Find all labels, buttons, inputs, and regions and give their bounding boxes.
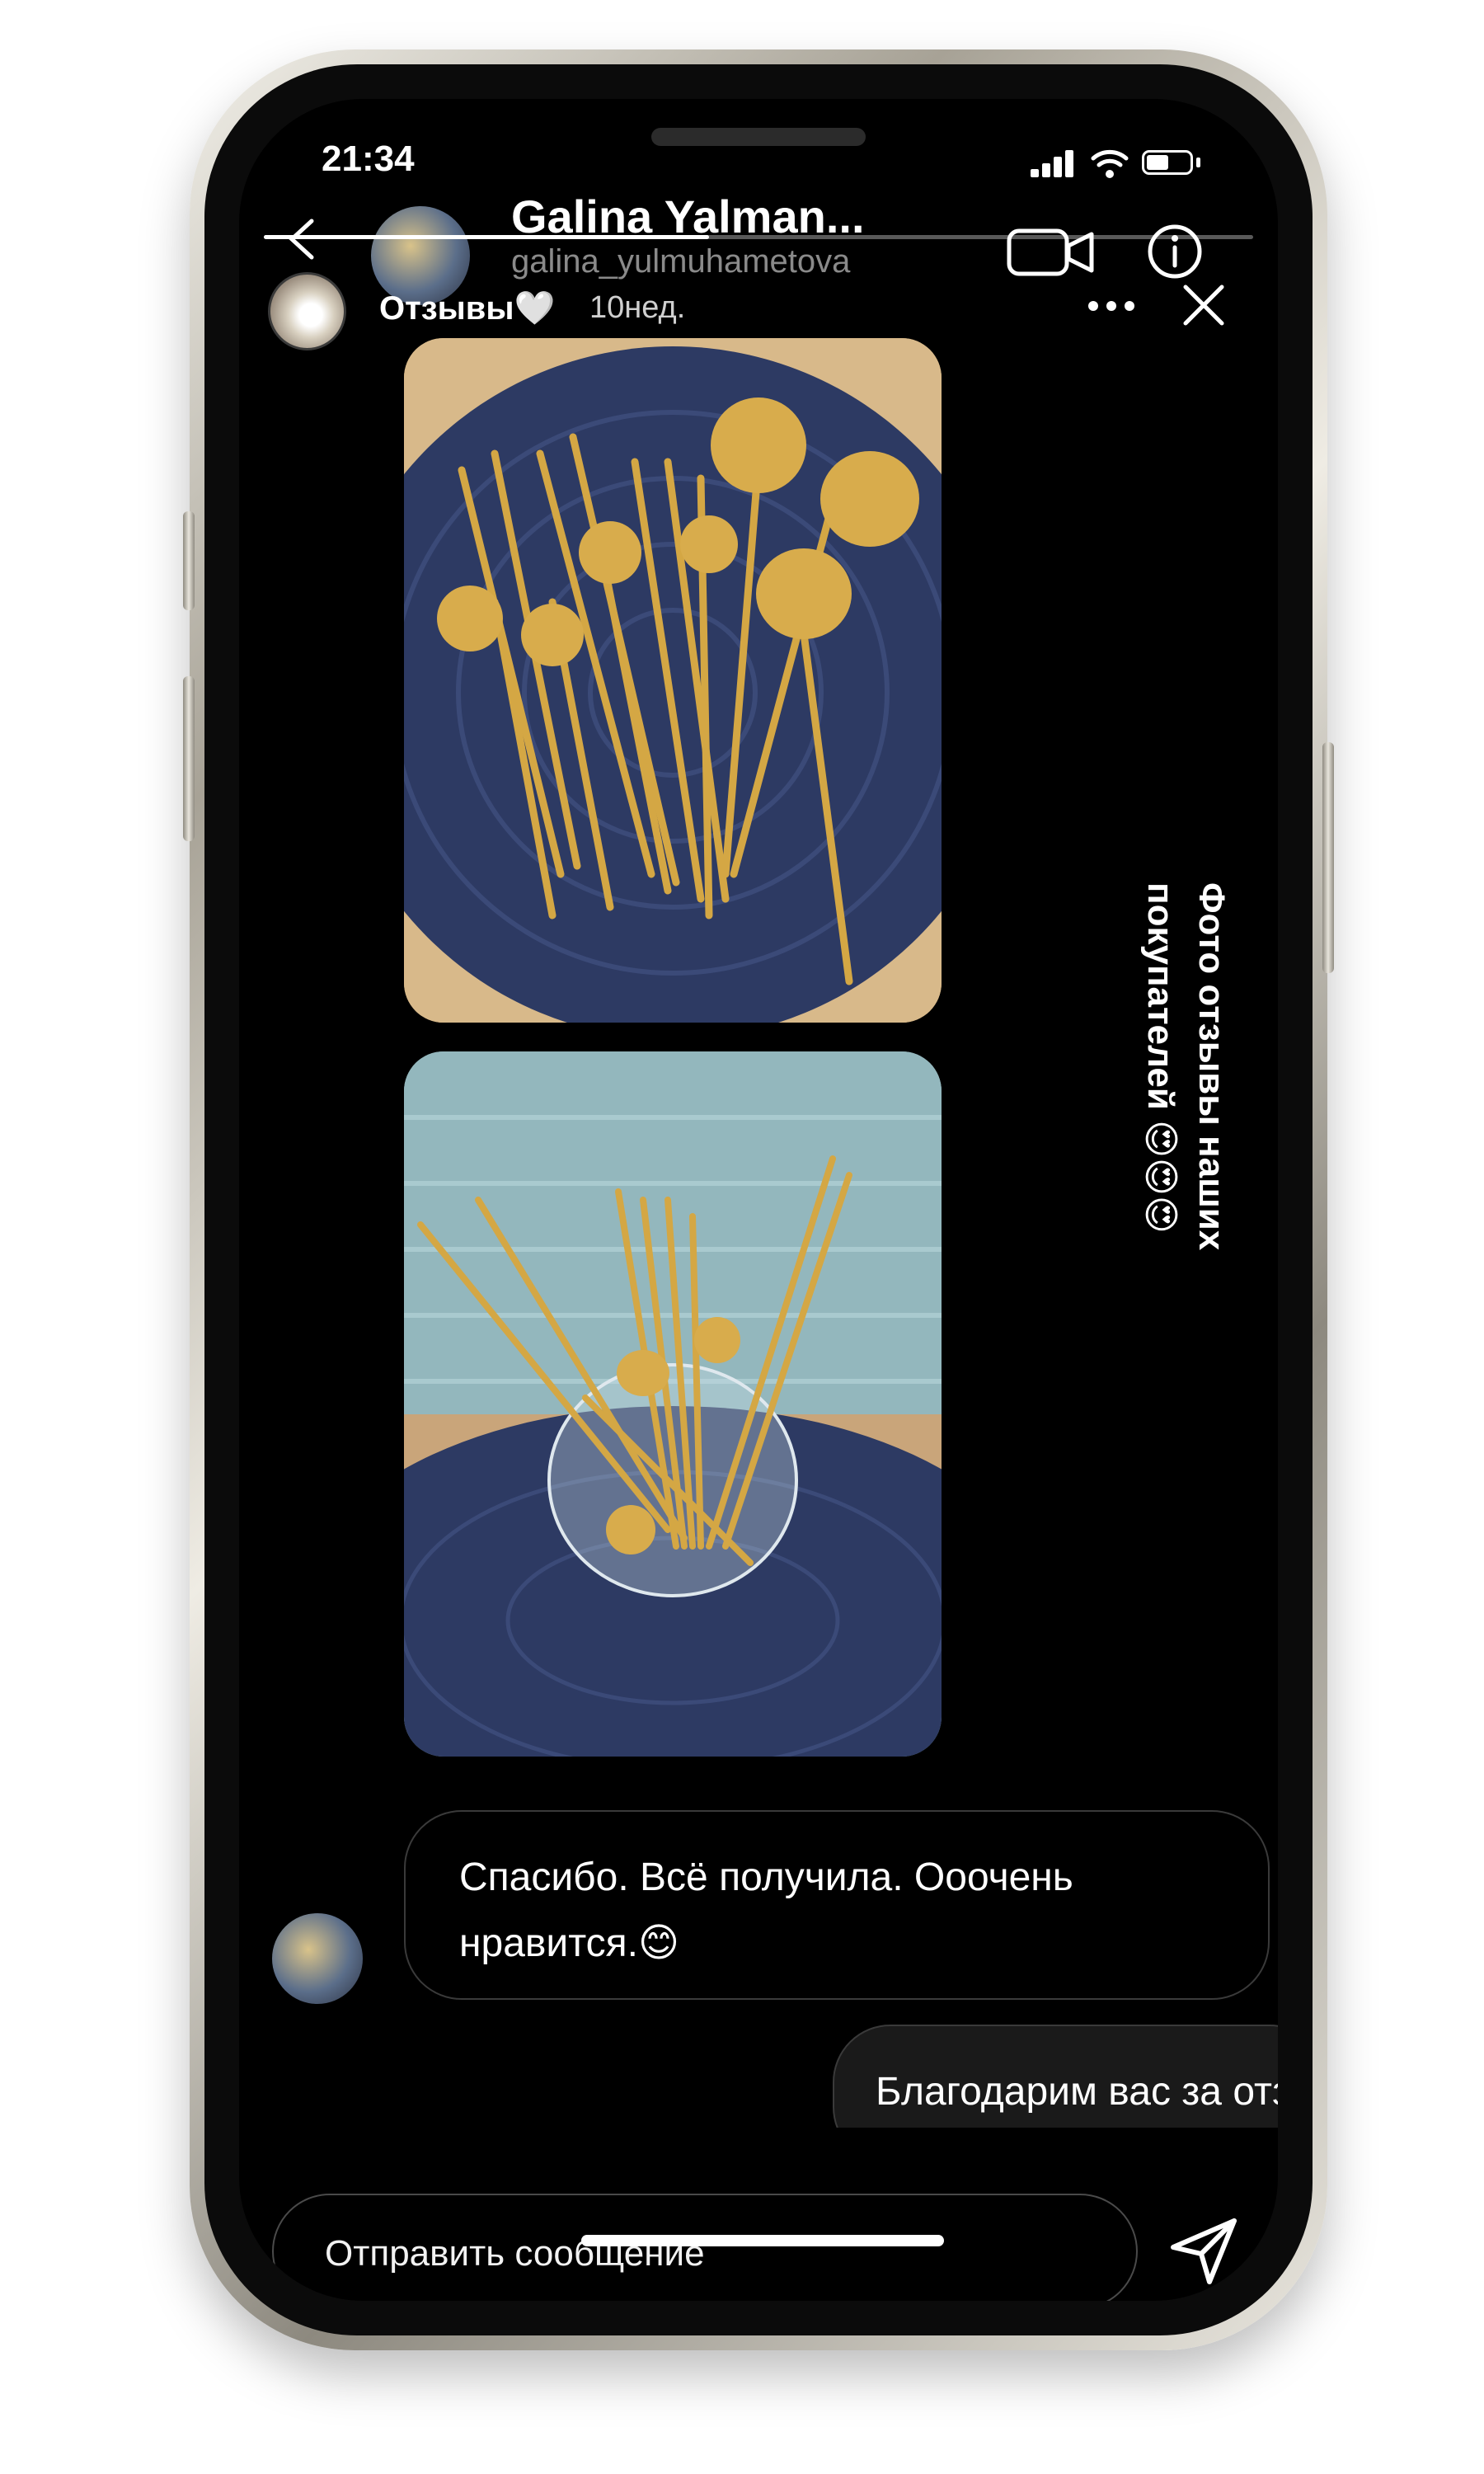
story-age: 10нед. bbox=[589, 290, 686, 325]
story-title[interactable]: Отзывы🤍 bbox=[379, 289, 555, 327]
story-caption-container: Фото отзывы наших покупателей 😍😍😍 bbox=[1140, 882, 1245, 1250]
message-input[interactable] bbox=[323, 2224, 1068, 2284]
notch bbox=[519, 99, 998, 198]
received-message-bubble[interactable]: Спасибо. Всё получила. Ооочень нравится.… bbox=[404, 1810, 1270, 2000]
battery-tip bbox=[1196, 158, 1200, 167]
received-message-text: Спасибо. Всё получила. Ооочень нравится.… bbox=[459, 1856, 1073, 1965]
close-icon[interactable] bbox=[1179, 280, 1228, 330]
signal-icon bbox=[1031, 148, 1076, 177]
story-progress-fill bbox=[264, 235, 709, 239]
back-arrow-icon[interactable] bbox=[280, 214, 330, 264]
review-photo-cutlery-vase bbox=[404, 1051, 942, 1757]
mute-switch bbox=[183, 511, 195, 610]
earpiece-speaker bbox=[651, 128, 866, 146]
home-indicator[interactable] bbox=[581, 2235, 944, 2246]
message-list-edge bbox=[239, 2128, 1278, 2177]
status-time: 21:34 bbox=[322, 139, 415, 179]
volume-up-button bbox=[183, 676, 195, 841]
review-photo-cutlery-placemat bbox=[404, 338, 942, 1023]
message-composer[interactable] bbox=[272, 2194, 1138, 2301]
wifi-icon bbox=[1091, 149, 1129, 178]
status-icons bbox=[1031, 140, 1212, 181]
story-progress-bar bbox=[264, 235, 1253, 239]
sender-avatar[interactable] bbox=[272, 1913, 363, 2004]
story-avatar[interactable] bbox=[268, 272, 346, 350]
sent-message-text: Благодарим вас за отзыв ✨ bbox=[876, 2070, 1278, 2114]
send-icon[interactable] bbox=[1167, 2214, 1241, 2288]
phone-screen: 21:34 Galina Yalman... galina_yulmuhamet… bbox=[239, 99, 1278, 2301]
story-caption: Фото отзывы наших покупателей 😍😍😍 bbox=[1140, 882, 1232, 1251]
battery-icon bbox=[1142, 150, 1193, 175]
power-button bbox=[1322, 742, 1334, 973]
more-options-icon[interactable] bbox=[1088, 301, 1138, 313]
